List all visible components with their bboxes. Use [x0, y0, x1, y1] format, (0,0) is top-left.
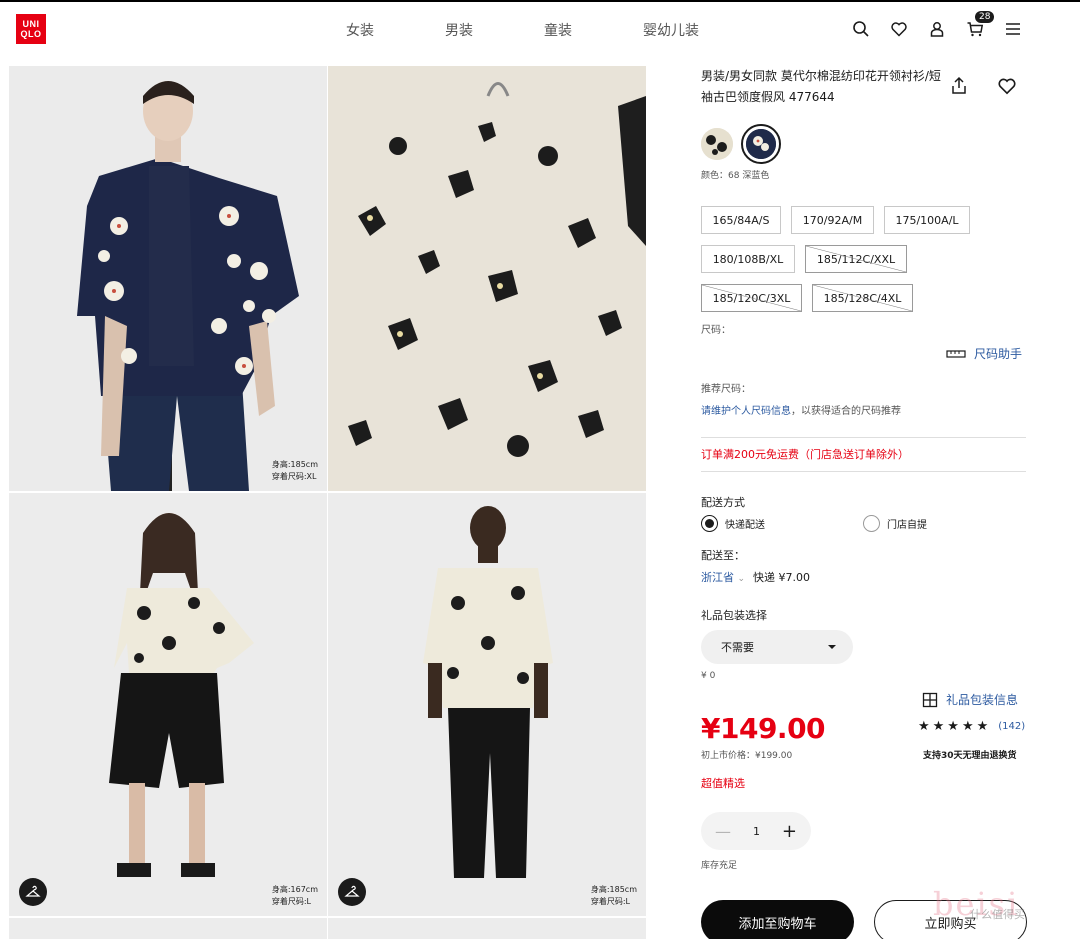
product-image-model-female[interactable]: 身高:167cm 穿着尺码:L [9, 493, 327, 916]
size-option[interactable]: 165/84A/S [701, 206, 781, 234]
nav-men[interactable]: 男装 [445, 20, 473, 40]
original-price: 初上市价格：¥199.00 [701, 751, 793, 761]
maintain-size-info-link[interactable]: 请维护个人尺码信息 [701, 406, 791, 417]
model-caption: 身高:185cm 穿着尺码:XL [272, 459, 318, 483]
color-swatch-cream[interactable] [701, 128, 733, 160]
product-image-model-standing[interactable]: 身高:185cm 穿着尺码:L [328, 493, 646, 916]
size-option[interactable]: 175/100A/L [884, 206, 970, 234]
header-icons: 28 [852, 11, 1022, 38]
product-image-partial[interactable] [328, 918, 646, 939]
size-helper-link[interactable]: 尺码助手 [946, 345, 1022, 362]
delivery-pickup-radio[interactable]: 门店自提 [863, 515, 927, 532]
review-count[interactable]: (142) [998, 721, 1025, 732]
gift-wrap-info-link[interactable]: 礼品包装信息 [922, 691, 1018, 708]
delivery-pickup-label: 门店自提 [887, 520, 927, 531]
model-height: 身高:185cm [271, 460, 318, 469]
delivery-express-radio[interactable]: 快递配送 [701, 515, 765, 532]
quantity-stepper: — 1 + [701, 812, 811, 850]
heart-icon[interactable] [890, 20, 908, 38]
model-size: 穿着尺码:L [271, 897, 311, 906]
gift-wrap-price: ¥ 0 [701, 671, 716, 681]
delivery-express-label: 快递配送 [725, 520, 765, 531]
model-caption: 身高:185cm 穿着尺码:L [591, 884, 637, 908]
hanger-icon[interactable] [338, 878, 366, 906]
product-price: ¥149.00 [701, 712, 826, 745]
color-swatch-navy-selected[interactable] [741, 124, 781, 164]
share-icon[interactable] [949, 76, 969, 96]
size-option-unavailable[interactable]: 185/120C/3XL [701, 284, 802, 312]
size-label: 尺码： [701, 325, 731, 336]
swatch-fill [746, 129, 776, 159]
watermark-sub: 什么值得买 [970, 908, 1025, 921]
size-option-unavailable[interactable]: 185/128C/4XL [812, 284, 913, 312]
radio-dot-selected [701, 515, 718, 532]
gift-wrap-value: 不需要 [721, 641, 754, 654]
radio-dot [863, 515, 880, 532]
product-gallery: 身高:185cm 穿着尺码:XL 身高:167cm 穿着尺码:L 身高:185c… [9, 66, 646, 939]
gift-box-icon [922, 692, 938, 707]
model-height: 身高:185cm [590, 885, 637, 894]
rating-stars: ★★★★★ [918, 719, 992, 734]
favorite-icon[interactable] [997, 76, 1017, 96]
color-label: 颜色：68 深蓝色 [701, 171, 770, 181]
menu-icon[interactable] [1004, 20, 1022, 38]
ship-to-label: 配送至： [701, 549, 745, 562]
main-nav: 女装 男装 童装 婴幼儿装 [346, 20, 699, 40]
province-select[interactable]: 浙江省 ⌄ [701, 569, 745, 585]
size-helper-label: 尺码助手 [974, 347, 1023, 361]
gift-wrap-info-label: 礼品包装信息 [946, 693, 1019, 707]
cart-count-badge: 28 [975, 11, 995, 23]
size-option[interactable]: 170/92A/M [791, 206, 874, 234]
search-icon[interactable] [852, 20, 870, 38]
gift-wrap-label: 礼品包装选择 [701, 609, 767, 622]
province-value: 浙江省 [701, 571, 734, 584]
returns-policy: 支持30天无理由退换货 [923, 751, 1017, 761]
logo-line-2: QLO [20, 29, 42, 39]
model-size: 穿着尺码:L [590, 897, 630, 906]
quantity-increase-button[interactable]: + [782, 821, 797, 842]
ship-to-row: 浙江省 ⌄ 快递 ¥7.00 [701, 569, 810, 585]
free-shipping-message: 订单满200元免运费（门店急送订单除外） [701, 448, 909, 461]
quantity-decrease-button[interactable]: — [715, 822, 731, 841]
rating[interactable]: ★★★★★ (142) [918, 719, 1025, 734]
product-image-model-front[interactable]: 身高:185cm 穿着尺码:XL [9, 66, 327, 491]
product-title: 男装/男女同款 莫代尔棉混纺印花开领衬衫/短袖古巴领度假风 477644 [701, 69, 941, 104]
recommendation-rest: ，以获得适合的尺码推荐 [791, 406, 901, 417]
cart-icon[interactable]: 28 [966, 11, 995, 38]
top-border [0, 0, 1080, 2]
recommended-size-label: 推荐尺码： [701, 384, 751, 395]
user-icon[interactable] [928, 20, 946, 38]
site-header: UNI QLO 女装 男装 童装 婴幼儿装 28 [0, 0, 1080, 62]
caret-down-icon [828, 645, 836, 649]
divider [701, 471, 1026, 472]
model-size: 穿着尺码:XL [271, 472, 317, 481]
express-fee: 快递 ¥7.00 [753, 571, 811, 584]
uniqlo-logo[interactable]: UNI QLO [16, 14, 46, 44]
model-height: 身高:167cm [271, 885, 318, 894]
divider [701, 437, 1026, 438]
nav-women[interactable]: 女装 [346, 20, 374, 40]
size-option-unavailable[interactable]: 185/112C/XXL [805, 245, 907, 273]
chevron-down-icon: ⌄ [737, 574, 746, 584]
product-image-flat[interactable] [328, 66, 646, 491]
nav-kids[interactable]: 童装 [544, 20, 572, 40]
logo-line-1: UNI [22, 19, 40, 29]
model-caption: 身高:167cm 穿着尺码:L [272, 884, 318, 908]
quantity-value[interactable]: 1 [753, 825, 760, 838]
ruler-icon [946, 349, 966, 358]
nav-baby[interactable]: 婴幼儿装 [643, 20, 699, 40]
recommendation-text: 请维护个人尺码信息，以获得适合的尺码推荐 [701, 402, 901, 417]
value-pick-tag: 超值精选 [701, 777, 745, 790]
hanger-icon[interactable] [19, 878, 47, 906]
stock-status: 库存充足 [701, 861, 738, 871]
delivery-method-label: 配送方式 [701, 496, 745, 509]
add-to-cart-button[interactable]: 添加至购物车 [701, 900, 854, 939]
product-image-partial[interactable] [9, 918, 327, 939]
gift-wrap-select[interactable]: 不需要 [701, 630, 853, 664]
size-option[interactable]: 180/108B/XL [701, 245, 795, 273]
